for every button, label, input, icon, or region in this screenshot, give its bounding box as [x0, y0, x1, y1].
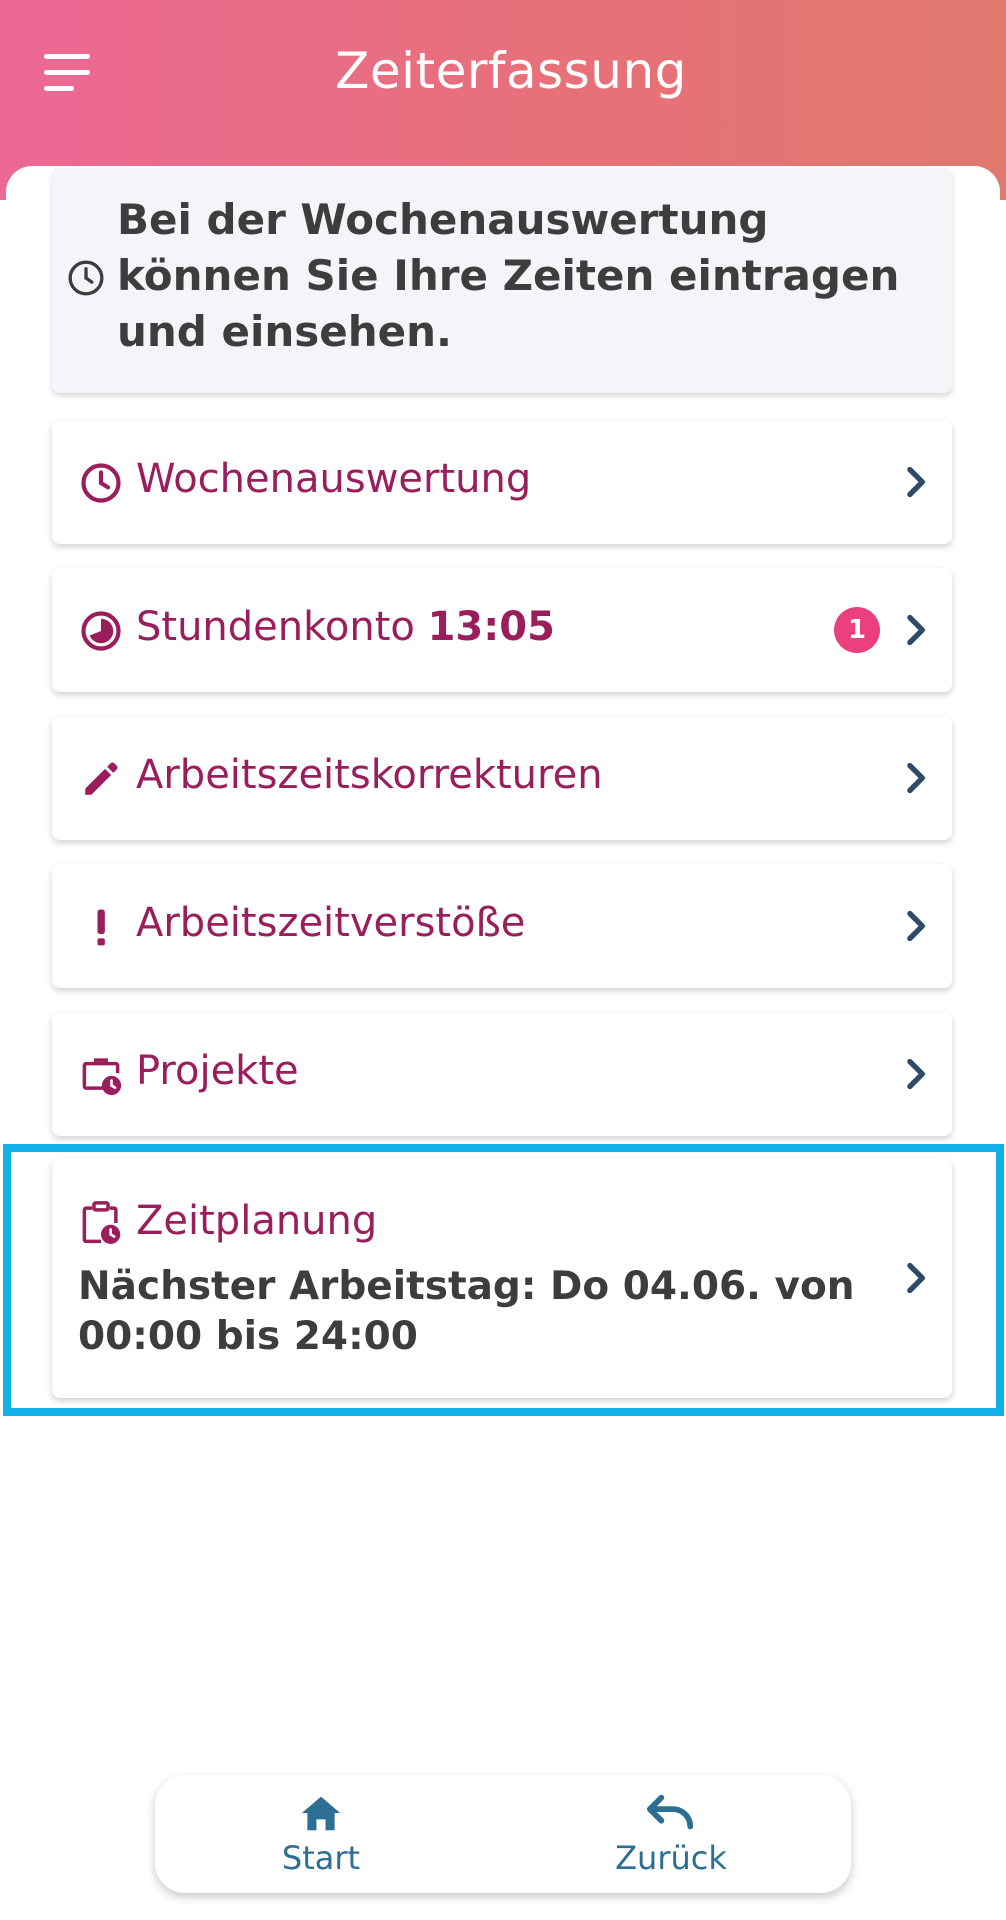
bottom-navigation: Start Zurück	[155, 1775, 851, 1893]
menu-item-label: Projekte	[136, 1048, 299, 1094]
pencil-icon	[85, 762, 118, 795]
pie-chart-icon	[81, 611, 121, 651]
home-icon	[301, 1796, 341, 1831]
menu-item-arbeitszeitverstoesse[interactable]: Arbeitszeitverstöße	[52, 864, 952, 988]
info-card: Bei der Wochenauswertung können Sie Ihre…	[52, 168, 952, 393]
chevron-right-icon	[907, 466, 925, 498]
stundenkonto-value: 13:05	[427, 604, 555, 650]
start-button[interactable]: Start	[221, 1793, 421, 1883]
briefcase-clock-icon	[82, 1058, 122, 1096]
chevron-right-icon	[907, 614, 925, 646]
page-title: Zeiterfassung	[335, 42, 687, 100]
exclamation-icon	[97, 909, 105, 946]
undo-icon	[646, 1794, 694, 1830]
back-button[interactable]: Zurück	[571, 1793, 771, 1883]
menu-item-arbeitszeitskorrekturen[interactable]: Arbeitszeitskorrekturen	[52, 716, 952, 840]
start-label: Start	[281, 1839, 361, 1877]
info-text: Bei der Wochenauswertung können Sie Ihre…	[117, 195, 900, 356]
notification-badge: 1	[834, 607, 880, 653]
clipboard-clock-icon	[82, 1201, 121, 1244]
back-label: Zurück	[615, 1839, 727, 1877]
menu-item-label: Arbeitszeitskorrekturen	[136, 752, 603, 798]
menu-item-label: Wochenauswertung	[136, 456, 532, 502]
menu-item-label: Arbeitszeitverstöße	[136, 900, 526, 946]
clock-icon	[81, 463, 121, 503]
clock-icon	[68, 260, 104, 296]
zeitplanung-label: Zeitplanung	[136, 1198, 378, 1244]
menu-item-stundenkonto[interactable]: Stundenkonto 13:05 1	[52, 568, 952, 692]
chevron-right-icon	[907, 762, 925, 794]
chevron-right-icon	[907, 910, 925, 942]
menu-item-label: Stundenkonto 13:05	[136, 604, 555, 650]
chevron-right-icon	[907, 1262, 925, 1294]
stundenkonto-label: Stundenkonto	[136, 604, 415, 650]
chevron-right-icon	[907, 1058, 925, 1090]
next-workday-text: Nächster Arbeitstag: Do 04.06. von 00:00…	[78, 1264, 855, 1359]
menu-item-wochenauswertung[interactable]: Wochenauswertung	[52, 420, 952, 544]
menu-item-projekte[interactable]: Projekte	[52, 1012, 952, 1136]
menu-item-zeitplanung[interactable]: Zeitplanung Nächster Arbeitstag: Do 04.0…	[52, 1158, 952, 1398]
